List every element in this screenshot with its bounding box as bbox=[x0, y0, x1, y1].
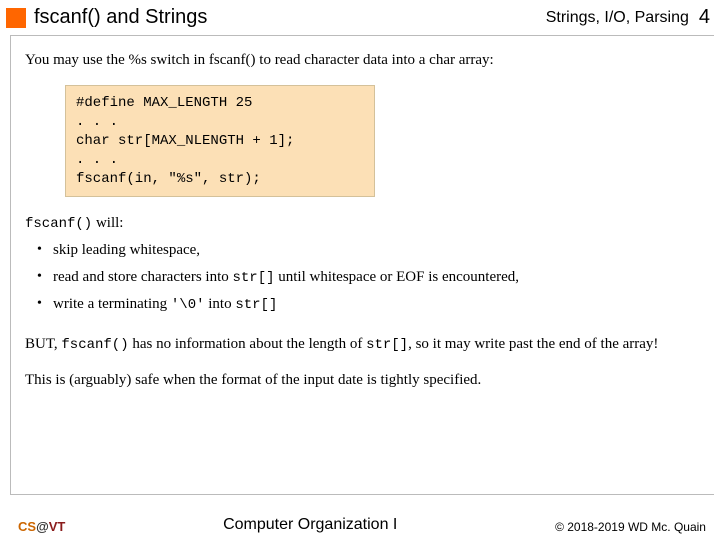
text-span: read and store characters into bbox=[53, 269, 233, 285]
list-item: skip leading whitespace, bbox=[53, 242, 702, 259]
code-inline: fscanf() bbox=[25, 216, 92, 232]
text-span: BUT, bbox=[25, 336, 61, 352]
footer-center: Computer Organization I bbox=[223, 516, 397, 534]
intro-text: You may use the %s switch in fscanf() to… bbox=[25, 52, 702, 69]
text-span: , so it may write past the end of the ar… bbox=[408, 336, 658, 352]
footer-copyright: © 2018-2019 WD Mc. Quain bbox=[555, 520, 706, 534]
slide-category: Strings, I/O, Parsing bbox=[546, 9, 689, 27]
text-span: has no information about the length of bbox=[129, 336, 366, 352]
footer-cs: CS bbox=[18, 519, 36, 534]
text-span: into bbox=[205, 296, 236, 312]
safe-paragraph: This is (arguably) safe when the format … bbox=[25, 371, 702, 390]
footer-vt: VT bbox=[49, 519, 66, 534]
text-span: write a terminating bbox=[53, 296, 171, 312]
text-span: will: bbox=[92, 215, 123, 231]
slide-title: fscanf() and Strings bbox=[34, 6, 546, 29]
code-block: #define MAX_LENGTH 25 . . . char str[MAX… bbox=[65, 85, 375, 197]
footer-left: CS@VT bbox=[18, 519, 65, 534]
code-inline: str[] bbox=[235, 297, 277, 313]
content-frame: You may use the %s switch in fscanf() to… bbox=[10, 35, 714, 495]
bullet-list: skip leading whitespace, read and store … bbox=[25, 242, 702, 313]
code-inline: str[] bbox=[366, 337, 408, 353]
fscanf-will-line: fscanf() will: bbox=[25, 215, 702, 232]
footer-at: @ bbox=[36, 519, 49, 534]
page-number: 4 bbox=[699, 6, 710, 29]
slide-footer: CS@VT Computer Organization I © 2018-201… bbox=[0, 512, 720, 540]
slide-header: fscanf() and Strings Strings, I/O, Parsi… bbox=[0, 0, 720, 33]
list-item: read and store characters into str[] unt… bbox=[53, 269, 702, 286]
list-item: write a terminating '\0' into str[] bbox=[53, 296, 702, 313]
code-inline: '\0' bbox=[171, 297, 205, 313]
but-paragraph: BUT, fscanf() has no information about t… bbox=[25, 335, 702, 355]
accent-square-icon bbox=[6, 8, 26, 28]
text-span: until whitespace or EOF is encountered, bbox=[275, 269, 520, 285]
code-inline: fscanf() bbox=[61, 337, 128, 353]
code-inline: str[] bbox=[233, 270, 275, 286]
